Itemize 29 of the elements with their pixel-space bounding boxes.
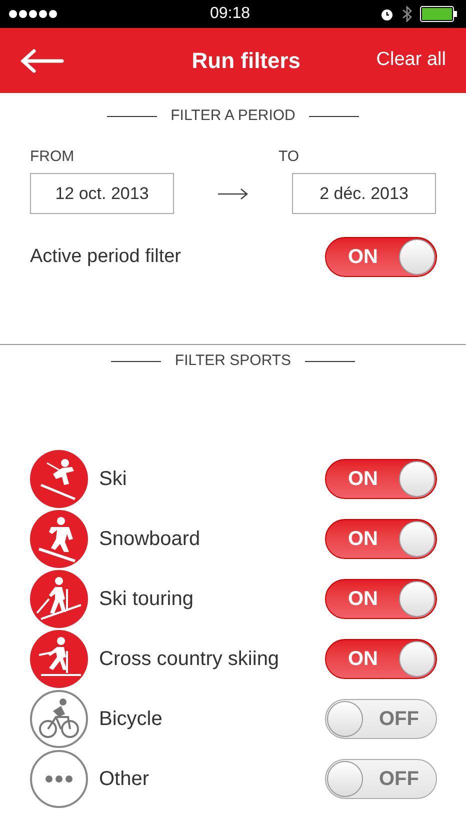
toggle-switch[interactable]: OFF [325, 759, 437, 799]
status-time: 09:18 [210, 4, 250, 24]
toggle-switch[interactable]: ON [325, 579, 437, 619]
to-label: TO [278, 146, 299, 166]
toggle-switch[interactable]: ON [325, 639, 437, 679]
back-arrow-icon [20, 48, 64, 74]
from-date-field[interactable]: 12 oct. 2013 [30, 173, 174, 214]
toggle-switch[interactable]: OFF [325, 699, 437, 739]
sport-label: Snowboard [99, 527, 202, 552]
to-date-field[interactable]: 2 déc. 2013 [292, 173, 436, 214]
section-heading: FILTER A PERIOD [170, 106, 296, 126]
toggle-switch[interactable]: ON [325, 459, 437, 499]
from-label: FROM [30, 146, 74, 166]
right-arrow-icon [217, 188, 249, 200]
alarm-icon [380, 7, 394, 21]
toggle-switch[interactable]: ON [325, 237, 437, 277]
toggle-switch[interactable]: ON [325, 519, 437, 559]
active-period-label: Active period filter [30, 244, 182, 269]
sport-label: Bicycle [99, 707, 164, 732]
sport-label: Ski touring [99, 587, 194, 612]
sport-label: Ski [99, 467, 128, 492]
sport-label: Other [99, 767, 150, 792]
battery-icon [420, 6, 458, 22]
sport-label: Cross country skiing [99, 647, 280, 672]
section-heading: FILTER SPORTS [174, 351, 292, 371]
screen-title: Run filters [192, 47, 301, 75]
clear-all-button[interactable]: Clear all [376, 46, 446, 75]
bluetooth-icon [402, 6, 412, 22]
signal-icon [8, 9, 60, 19]
